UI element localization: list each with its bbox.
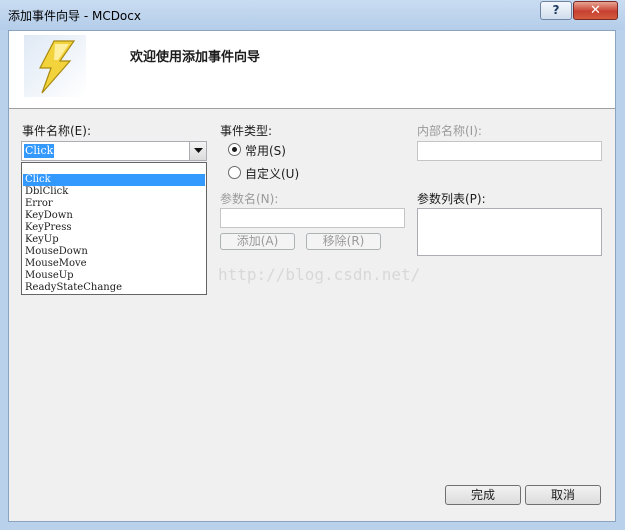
watermark-text: http://blog.csdn.net/	[218, 265, 421, 284]
dropdown-item-mousedown[interactable]: MouseDown	[23, 246, 205, 258]
dropdown-item-mousemove[interactable]: MouseMove	[23, 258, 205, 270]
dropdown-item-keyup[interactable]: KeyUp	[23, 234, 205, 246]
remove-param-button[interactable]: 移除(R)	[306, 233, 381, 250]
radio-custom[interactable]	[228, 166, 241, 179]
wizard-header: 欢迎使用添加事件向导	[9, 31, 615, 109]
event-type-label: 事件类型:	[220, 124, 273, 138]
param-list-box[interactable]	[417, 208, 602, 256]
event-name-dropdown[interactable]: Click DblClick Error KeyDown KeyPress Ke…	[21, 162, 207, 295]
internal-name-input[interactable]	[417, 141, 602, 161]
lightning-icon	[24, 35, 86, 97]
dropdown-item-readystatechange[interactable]: ReadyStateChange	[23, 282, 205, 294]
event-name-label: 事件名称(E):	[22, 124, 91, 138]
param-name-label: 参数名(N):	[220, 192, 279, 206]
window-title: 添加事件向导 - MCDocx	[8, 9, 141, 23]
cancel-button[interactable]: 取消	[525, 485, 601, 505]
close-button[interactable]: ✕	[573, 1, 618, 20]
header-title: 欢迎使用添加事件向导	[130, 50, 261, 65]
param-list-label: 参数列表(P):	[417, 192, 486, 206]
event-name-combobox[interactable]: Click	[21, 141, 207, 161]
radio-custom-label[interactable]: 自定义(U)	[245, 165, 299, 182]
dropdown-item-click[interactable]: Click	[23, 174, 205, 186]
help-button[interactable]: ?	[540, 1, 572, 20]
event-name-value: Click	[24, 144, 55, 158]
radio-common[interactable]	[228, 143, 241, 156]
dropdown-item-mouseup[interactable]: MouseUp	[23, 270, 205, 282]
param-name-input[interactable]	[220, 208, 405, 228]
chevron-down-icon[interactable]	[189, 142, 206, 160]
dropdown-item-dblclick[interactable]: DblClick	[23, 186, 205, 198]
dropdown-item-error[interactable]: Error	[23, 198, 205, 210]
add-param-button[interactable]: 添加(A)	[220, 233, 295, 250]
radio-common-label[interactable]: 常用(S)	[245, 142, 286, 159]
radio-selected-dot	[232, 147, 237, 152]
dropdown-item-keypress[interactable]: KeyPress	[23, 222, 205, 234]
finish-button[interactable]: 完成	[445, 485, 521, 505]
internal-name-label: 内部名称(I):	[417, 124, 482, 138]
dropdown-item-keydown[interactable]: KeyDown	[23, 210, 205, 222]
